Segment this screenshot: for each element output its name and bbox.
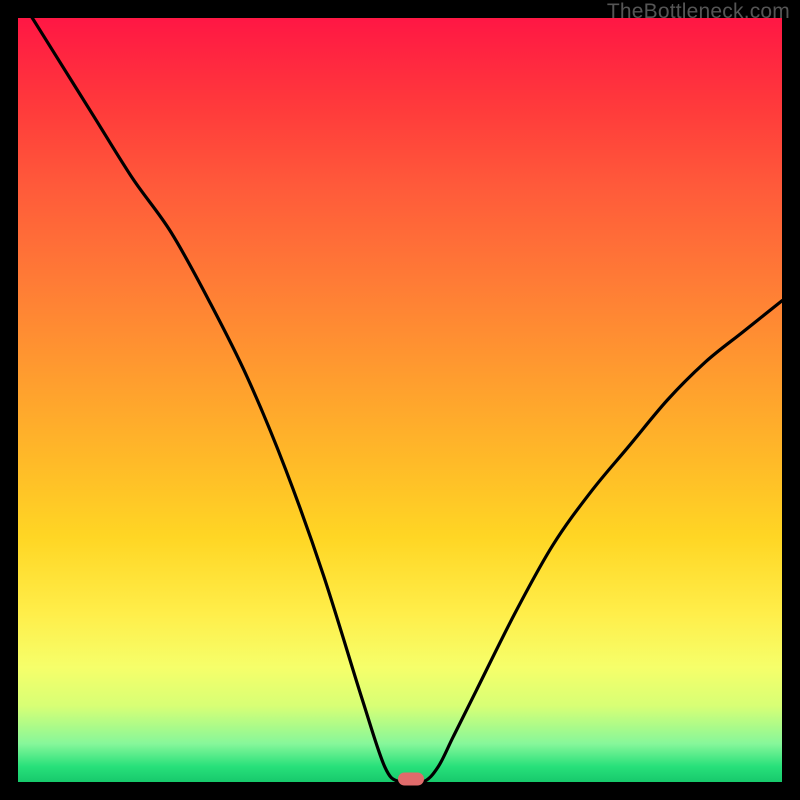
curve-path (18, 18, 782, 782)
plot-area (18, 18, 782, 782)
chart-frame: TheBottleneck.com (0, 0, 800, 800)
bottleneck-curve (18, 18, 782, 782)
optimum-marker (398, 772, 424, 785)
